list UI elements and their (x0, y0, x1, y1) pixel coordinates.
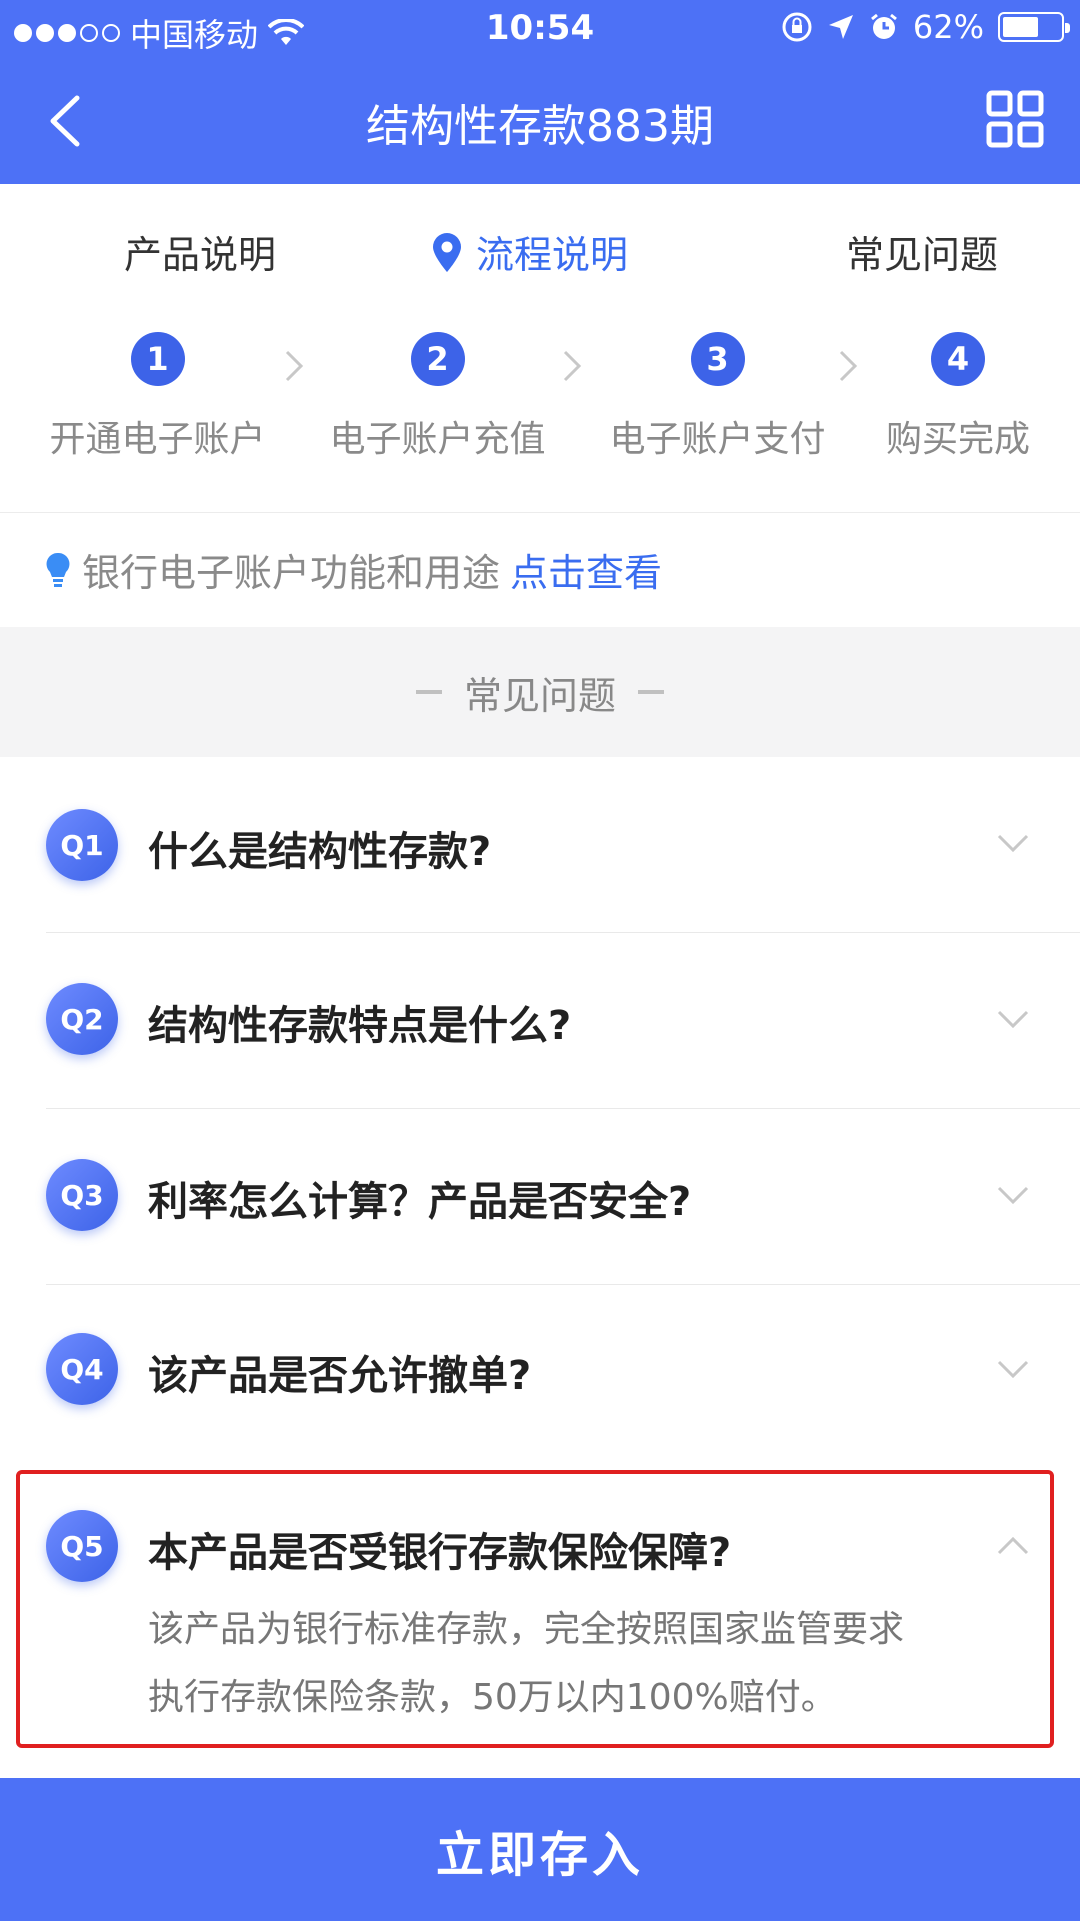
step-label: 开通电子账户 (49, 419, 266, 460)
faq-item-q3[interactable]: Q3 利率怎么计算？产品是否安全? (0, 1109, 1080, 1285)
battery-percent: 62% (912, 8, 984, 46)
step-2: 2 电子账户充值 (325, 332, 550, 462)
chevron-right-icon (563, 350, 582, 382)
status-right: 62% (781, 8, 1070, 46)
page-title: 结构性存款883期 (366, 101, 714, 152)
faq-item-q4[interactable]: Q4 该产品是否允许撤单? (0, 1285, 1080, 1461)
faq-item-q2[interactable]: Q2 结构性存款特点是什么? (0, 933, 1080, 1109)
dash-decoration (415, 690, 442, 694)
step-label: 电子账户充值 (329, 419, 546, 460)
step-number: 1 (130, 332, 185, 386)
tab-label: 常见问题 (846, 233, 999, 277)
faq-question: 利率怎么计算？产品是否安全? (148, 1179, 692, 1225)
faq-badge: Q2 (46, 983, 118, 1055)
rotation-lock-icon (782, 12, 812, 42)
faq-badge: Q1 (46, 809, 118, 881)
faq-badge: Q3 (46, 1159, 118, 1231)
header: 中国移动 10:54 62% 结构性存款883期 (0, 0, 1080, 184)
step-3: 3 电子账户支付 (605, 332, 830, 462)
view-details-link[interactable]: 点击查看 (510, 542, 662, 597)
step-label: 电子账户支付 (609, 419, 826, 460)
tab-process-description[interactable]: 流程说明 (430, 224, 628, 279)
tab-label: 产品说明 (124, 233, 277, 277)
chevron-down-icon (997, 1186, 1029, 1205)
step-number: 2 (410, 332, 465, 386)
location-pin-icon (433, 232, 461, 272)
alarm-icon (870, 13, 897, 39)
chevron-down-icon (997, 834, 1029, 853)
faq-question: 什么是结构性存款? (148, 829, 492, 875)
info-link-row: 银行电子账户功能和用途 点击查看 (0, 512, 1080, 627)
nav-bar: 结构性存款883期 (0, 60, 1080, 184)
battery-icon (998, 12, 1070, 42)
faq-section-header: 常见问题 (0, 627, 1080, 757)
chevron-down-icon (997, 1360, 1029, 1379)
menu-grid-button[interactable] (986, 90, 1044, 148)
faq-section-title: 常见问题 (463, 673, 616, 718)
info-text: 银行电子账户功能和用途 (82, 551, 501, 595)
grid-icon (986, 90, 1044, 148)
chevron-down-icon (997, 1010, 1029, 1029)
step-label: 购买完成 (885, 419, 1030, 460)
tab-faq[interactable]: 常见问题 (846, 224, 998, 279)
status-bar: 中国移动 10:54 62% (0, 0, 1080, 60)
deposit-now-button[interactable]: 立即存入 (0, 1778, 1080, 1921)
step-4: 4 购买完成 (878, 332, 1038, 462)
process-steps: 1 开通电子账户 2 电子账户充值 3 电子账户支付 4 购买完成 (0, 320, 1080, 510)
faq-question: 该产品是否允许撤单? (148, 1353, 532, 1399)
highlight-box (16, 1470, 1054, 1748)
step-1: 1 开通电子账户 (45, 332, 270, 462)
location-arrow-icon (828, 15, 853, 39)
step-number: 4 (931, 332, 985, 386)
chevron-right-icon (285, 350, 304, 382)
dash-decoration (638, 690, 664, 694)
tab-bar: 产品说明 流程说明 常见问题 (0, 184, 1080, 314)
tab-label: 流程说明 (476, 233, 629, 277)
step-number: 3 (690, 332, 745, 386)
faq-badge: Q4 (46, 1333, 118, 1405)
chevron-right-icon (839, 350, 858, 382)
faq-item-q1[interactable]: Q1 什么是结构性存款? (0, 757, 1080, 933)
tab-product-description[interactable]: 产品说明 (124, 224, 276, 279)
lightbulb-icon (46, 552, 70, 587)
faq-question: 结构性存款特点是什么? (148, 1003, 572, 1049)
